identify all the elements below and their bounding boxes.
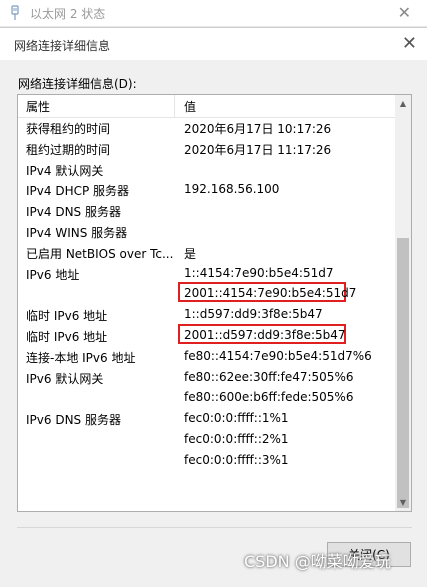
table-row[interactable]: IPv4 WINS 服务器 — [18, 221, 396, 242]
property-cell: IPv4 DNS 服务器 — [26, 205, 121, 220]
property-cell: 连接-本地 IPv6 地址 — [26, 350, 136, 365]
table-row[interactable]: IPv6 默认网关 fe80::62ee:30ff:fe47:505%6 — [18, 367, 396, 388]
details-group-label: 网络连接详细信息(D): — [18, 77, 137, 91]
value-cell: fec0:0:0:ffff::3%1 — [184, 452, 289, 467]
table-row[interactable]: IPv4 默认网关 — [18, 159, 396, 180]
list-rows: 获得租约的时间 2020年6月17日 10:17:26 租约过期的时间 2020年6月… — [18, 117, 396, 471]
scrollbar-thumb[interactable] — [397, 238, 409, 508]
value-cell: fec0:0:0:ffff::2%1 — [184, 431, 289, 446]
value-cell: 2020年6月17日 11:17:26 — [184, 142, 332, 157]
value-cell: fe80::62ee:30ff:fe47:505%6 — [184, 369, 354, 384]
table-row[interactable]: 临时 IPv6 地址 1::d597:dd9:3f8e:5b47 — [18, 304, 396, 325]
property-cell: 临时 IPv6 地址 — [26, 329, 108, 344]
dialog-divider — [17, 527, 412, 528]
table-row[interactable]: 连接-本地 IPv6 地址 fe80::4154:7e90:b5e4:51d7%6 — [18, 346, 396, 367]
value-cell: 2001::4154:7e90:b5e4:51d7 — [184, 286, 357, 301]
column-header-property[interactable]: 属性 — [26, 98, 50, 115]
value-cell: fe80::4154:7e90:b5e4:51d7%6 — [184, 348, 372, 363]
table-row[interactable]: 临时 IPv6 地址 2001::d597:dd9:3f8e:5b47 — [18, 323, 396, 346]
table-row[interactable]: IPv6 地址 1::4154:7e90:b5e4:51d7 — [18, 263, 396, 284]
property-cell: IPv4 WINS 服务器 — [26, 225, 128, 240]
table-row[interactable]: IPv6 DNS 服务器 fec0:0:0:ffff::1%1 — [18, 408, 396, 429]
table-row[interactable]: fec0:0:0:ffff::3%1 — [18, 450, 396, 471]
value-cell: 2020年6月17日 10:17:26 — [184, 122, 332, 136]
watermark: CSDN @呦菜呦爱玩 — [244, 552, 391, 571]
dialog-titlebar: 网络连接详细信息 ✕ — [0, 28, 427, 60]
dialog-title: 网络连接详细信息 — [14, 39, 111, 53]
list-header: 属性 值 — [18, 95, 396, 118]
network-details-dialog: 网络连接详细信息 ✕ 网络连接详细信息(D): 属性 值 获得租约的时间 2020… — [0, 27, 427, 587]
table-row[interactable]: 2001::4154:7e90:b5e4:51d7 — [18, 282, 396, 304]
value-cell: fec0:0:0:ffff::1%1 — [184, 411, 289, 426]
value-cell: 192.168.56.100 — [184, 182, 280, 197]
table-row[interactable]: IPv4 DHCP 服务器 192.168.56.100 — [18, 179, 396, 200]
property-cell: IPv6 默认网关 — [26, 371, 104, 386]
column-separator[interactable] — [174, 95, 175, 117]
value-cell: 1::d597:dd9:3f8e:5b47 — [184, 307, 323, 322]
scroll-down-icon[interactable]: ▼ — [395, 494, 411, 511]
parent-close-icon[interactable]: ✕ — [398, 3, 411, 22]
value-cell: 1::4154:7e90:b5e4:51d7 — [184, 265, 334, 280]
table-row[interactable]: 租约过期的时间 2020年6月17日 11:17:26 — [18, 138, 396, 159]
property-cell: IPv6 DNS 服务器 — [26, 413, 121, 428]
scroll-up-icon[interactable]: ▲ — [395, 95, 411, 112]
network-adapter-icon — [8, 5, 22, 21]
table-row[interactable]: 获得租约的时间 2020年6月17日 10:17:26 — [18, 117, 396, 138]
table-row[interactable]: fec0:0:0:ffff::2%1 — [18, 429, 396, 450]
details-list[interactable]: 属性 值 获得租约的时间 2020年6月17日 10:17:26 租约过期的时间 20… — [17, 94, 412, 512]
parent-window-title: 以太网 2 状态 — [30, 7, 106, 21]
column-header-value[interactable]: 值 — [184, 98, 196, 115]
parent-window-titlebar: 以太网 2 状态 ✕ — [0, 0, 427, 27]
value-cell: fe80::600e:b6ff:fede:505%6 — [184, 390, 354, 405]
table-row[interactable]: IPv4 DNS 服务器 — [18, 200, 396, 221]
property-cell: 已启用 NetBIOS over Tc... — [26, 246, 174, 261]
property-cell: IPv4 默认网关 — [26, 163, 104, 178]
vertical-scrollbar[interactable]: ▲ ▼ — [395, 95, 411, 511]
value-cell: 2001::d597:dd9:3f8e:5b47 — [184, 327, 346, 342]
property-cell: 获得租约的时间 — [26, 122, 111, 136]
table-row[interactable]: 已启用 NetBIOS over Tc... 是 — [18, 242, 396, 263]
property-cell: 租约过期的时间 — [26, 142, 111, 157]
property-cell: IPv6 地址 — [26, 267, 80, 282]
property-cell: IPv4 DHCP 服务器 — [26, 184, 130, 199]
dialog-close-icon[interactable]: ✕ — [402, 33, 417, 54]
value-cell: 是 — [184, 246, 197, 261]
table-row[interactable]: fe80::600e:b6ff:fede:505%6 — [18, 387, 396, 408]
property-cell: 临时 IPv6 地址 — [26, 309, 108, 324]
